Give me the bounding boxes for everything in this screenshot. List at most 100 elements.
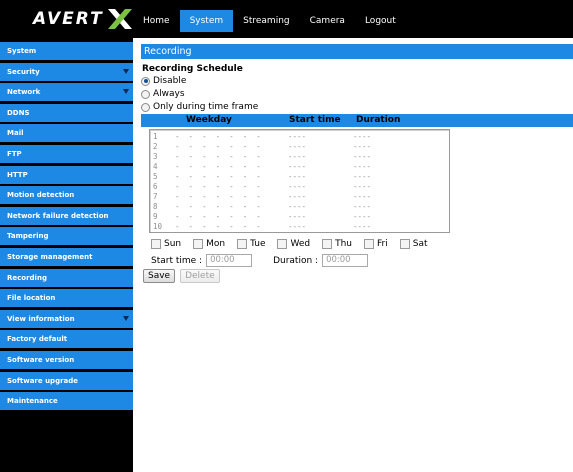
row-days: - - - - - - - bbox=[175, 132, 261, 141]
row-index: 6 bbox=[153, 182, 158, 191]
radio-option-disable[interactable]: Disable bbox=[141, 75, 573, 87]
radio-label: Only during time frame bbox=[153, 102, 259, 112]
sidebar-item-network-failure-detection[interactable]: Network failure detection bbox=[0, 206, 133, 225]
sidebar-item-label: Storage management bbox=[7, 252, 93, 261]
main-content: Recording Recording Schedule Disable Alw… bbox=[141, 44, 573, 283]
sidebar-item-security[interactable]: Security bbox=[0, 62, 133, 81]
row-days: - - - - - - - bbox=[175, 212, 261, 221]
schedule-title: Recording Schedule bbox=[142, 64, 243, 74]
nav-logout[interactable]: Logout bbox=[355, 10, 406, 32]
sidebar-item-tampering[interactable]: Tampering bbox=[0, 227, 133, 246]
day-label: Tue bbox=[250, 239, 266, 249]
sidebar-item-label: Recording bbox=[7, 273, 47, 282]
action-buttons: Save Delete bbox=[143, 269, 573, 283]
duration-input[interactable]: 00:00 bbox=[322, 254, 369, 267]
day-sun[interactable]: Sun bbox=[151, 239, 181, 249]
day-thu[interactable]: Thu bbox=[322, 239, 352, 249]
row-duration: ---- bbox=[353, 182, 372, 191]
chevron-down-icon bbox=[123, 89, 129, 95]
sidebar-item-view-information[interactable]: View information bbox=[0, 309, 133, 328]
checkbox[interactable] bbox=[237, 239, 248, 249]
row-start: ---- bbox=[288, 202, 307, 211]
row-start: ---- bbox=[288, 162, 307, 171]
start-time-input[interactable]: 00:00 bbox=[206, 254, 253, 267]
sidebar-item-software-upgrade[interactable]: Software upgrade bbox=[0, 371, 133, 390]
day-tue[interactable]: Tue bbox=[237, 239, 265, 249]
sidebar-item-ddns[interactable]: DDNS bbox=[0, 103, 133, 122]
nav-system[interactable]: System bbox=[179, 10, 234, 32]
nav-streaming[interactable]: Streaming bbox=[233, 10, 299, 32]
row-start: ---- bbox=[288, 142, 307, 151]
sidebar-item-software-version[interactable]: Software version bbox=[0, 350, 133, 369]
column-header-duration: Duration bbox=[356, 115, 401, 125]
checkbox[interactable] bbox=[399, 239, 410, 249]
row-index: 5 bbox=[153, 172, 158, 181]
checkbox[interactable] bbox=[364, 239, 375, 249]
radio-option-always[interactable]: Always bbox=[141, 88, 573, 100]
radio-button[interactable] bbox=[141, 76, 150, 86]
checkbox[interactable] bbox=[322, 239, 333, 249]
sidebar-item-mail[interactable]: Mail bbox=[0, 124, 133, 143]
checkbox[interactable] bbox=[151, 239, 161, 249]
row-index: 2 bbox=[153, 142, 158, 151]
sidebar-item-label: Security bbox=[7, 67, 40, 76]
sidebar-item-recording[interactable]: Recording bbox=[0, 268, 133, 287]
sidebar-item-label: HTTP bbox=[7, 170, 28, 179]
sidebar-item-label: Maintenance bbox=[7, 397, 58, 406]
day-wed[interactable]: Wed bbox=[277, 239, 310, 249]
chevron-down-icon bbox=[123, 68, 129, 74]
checkbox[interactable] bbox=[193, 239, 204, 249]
sidebar-item-label: Network failure detection bbox=[7, 211, 109, 220]
sidebar-item-label: Network bbox=[7, 88, 41, 97]
row-duration: ---- bbox=[353, 222, 372, 231]
day-label: Mon bbox=[206, 239, 226, 249]
schedule-list[interactable]: 1- - - - - - - ---- ---- 2- - - - - - - ---… bbox=[149, 129, 450, 233]
day-mon[interactable]: Mon bbox=[193, 239, 225, 249]
sidebar-item-ftp[interactable]: FTP bbox=[0, 144, 133, 163]
row-days: - - - - - - - bbox=[175, 172, 261, 181]
sidebar-item-system[interactable]: System bbox=[0, 42, 133, 60]
row-days: - - - - - - - bbox=[175, 202, 261, 211]
sidebar-item-storage-management[interactable]: Storage management bbox=[0, 247, 133, 266]
nav-home[interactable]: Home bbox=[133, 10, 180, 32]
sidebar-item-motion-detection[interactable]: Motion detection bbox=[0, 186, 133, 205]
row-start: ---- bbox=[288, 182, 307, 191]
sidebar-item-label: Tampering bbox=[7, 232, 49, 241]
logo-x-icon bbox=[107, 9, 132, 29]
radio-button[interactable] bbox=[141, 102, 150, 112]
row-start: ---- bbox=[288, 172, 307, 181]
delete-button[interactable]: Delete bbox=[180, 269, 220, 283]
row-days: - - - - - - - bbox=[175, 162, 261, 171]
main-nav: Home System Streaming Camera Logout bbox=[133, 10, 406, 32]
row-start: ---- bbox=[288, 132, 307, 141]
day-sat[interactable]: Sat bbox=[399, 239, 428, 249]
row-duration: ---- bbox=[353, 172, 372, 181]
row-index: 1 bbox=[153, 132, 158, 141]
row-duration: ---- bbox=[353, 152, 372, 161]
sidebar-item-network[interactable]: Network bbox=[0, 83, 133, 102]
sidebar-item-label: Factory default bbox=[7, 335, 68, 344]
checkbox[interactable] bbox=[277, 239, 288, 249]
row-index: 7 bbox=[153, 192, 158, 201]
sidebar-item-label: View information bbox=[7, 314, 75, 323]
sidebar-item-label: Motion detection bbox=[7, 191, 75, 200]
day-fri[interactable]: Fri bbox=[364, 239, 388, 249]
section-title: Recording bbox=[141, 44, 573, 59]
nav-camera[interactable]: Camera bbox=[300, 10, 355, 32]
sidebar-item-file-location[interactable]: File location bbox=[0, 289, 133, 308]
avertx-logo: AVERT bbox=[33, 8, 134, 30]
sidebar-item-factory-default[interactable]: Factory default bbox=[0, 330, 133, 349]
sidebar-item-http[interactable]: HTTP bbox=[0, 165, 133, 184]
radio-option-time-frame[interactable]: Only during time frame bbox=[141, 101, 573, 113]
row-days: - - - - - - - bbox=[175, 152, 261, 161]
column-header-start-time: Start time bbox=[289, 115, 341, 125]
save-button[interactable]: Save bbox=[143, 269, 176, 283]
row-start: ---- bbox=[288, 212, 307, 221]
sidebar-item-maintenance[interactable]: Maintenance bbox=[0, 392, 133, 411]
day-label: Fri bbox=[377, 239, 388, 249]
sidebar-item-label: Software version bbox=[7, 355, 75, 364]
sidebar-item-label: System bbox=[7, 47, 37, 55]
row-index: 8 bbox=[153, 202, 158, 211]
duration-label: Duration : bbox=[273, 255, 319, 266]
radio-button[interactable] bbox=[141, 89, 150, 99]
